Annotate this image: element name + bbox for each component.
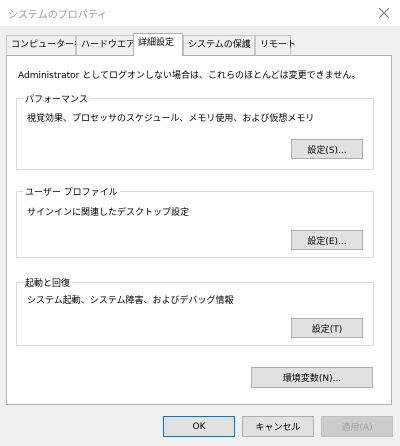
performance-group: パフォーマンス 視覚効果、プロセッサのスケジュール、メモリ使用、および仮想メモリ… bbox=[16, 92, 374, 170]
tab-system-protection[interactable]: システムの保護 bbox=[183, 35, 255, 55]
environment-variables-button[interactable]: 環境変数(N)... bbox=[251, 367, 373, 388]
startup-recovery-settings-button[interactable]: 設定(T) bbox=[291, 318, 363, 338]
user-profile-settings-button[interactable]: 設定(E)... bbox=[291, 230, 363, 250]
performance-title: パフォーマンス bbox=[23, 92, 90, 105]
startup-recovery-title: 起動と回復 bbox=[23, 276, 73, 289]
admin-notice: Administrator としてログオンしない場合は、これらのほとんどは変更で… bbox=[18, 71, 361, 81]
performance-description: 視覚効果、プロセッサのスケジュール、メモリ使用、および仮想メモリ bbox=[27, 114, 315, 124]
startup-recovery-group: 起動と回復 システム起動、システム障害、およびデバッグ情報 設定(T) bbox=[16, 276, 374, 346]
user-profile-title: ユーザー プロファイル bbox=[23, 185, 120, 198]
close-button[interactable] bbox=[368, 0, 400, 26]
performance-settings-button[interactable]: 設定(S)... bbox=[291, 139, 363, 159]
user-profile-group: ユーザー プロファイル サインインに関連したデスクトップ設定 設定(E)... bbox=[16, 185, 374, 258]
startup-recovery-description: システム起動、システム障害、およびデバッグ情報 bbox=[27, 296, 234, 306]
title-bar: システムのプロパティ bbox=[0, 0, 400, 26]
tab-computer-name[interactable]: コンピューター名 bbox=[6, 35, 83, 55]
tab-hardware[interactable]: ハードウエア bbox=[76, 35, 135, 55]
cancel-button[interactable]: キャンセル bbox=[242, 416, 314, 437]
tab-advanced[interactable]: 詳細設定 bbox=[133, 33, 183, 56]
tab-remote[interactable]: リモート bbox=[255, 35, 296, 55]
close-icon bbox=[379, 8, 389, 18]
apply-button[interactable]: 適用(A) bbox=[321, 416, 393, 437]
ok-button[interactable]: OK bbox=[163, 416, 235, 437]
user-profile-description: サインインに関連したデスクトップ設定 bbox=[27, 208, 190, 218]
window-title: システムのプロパティ bbox=[8, 10, 108, 21]
